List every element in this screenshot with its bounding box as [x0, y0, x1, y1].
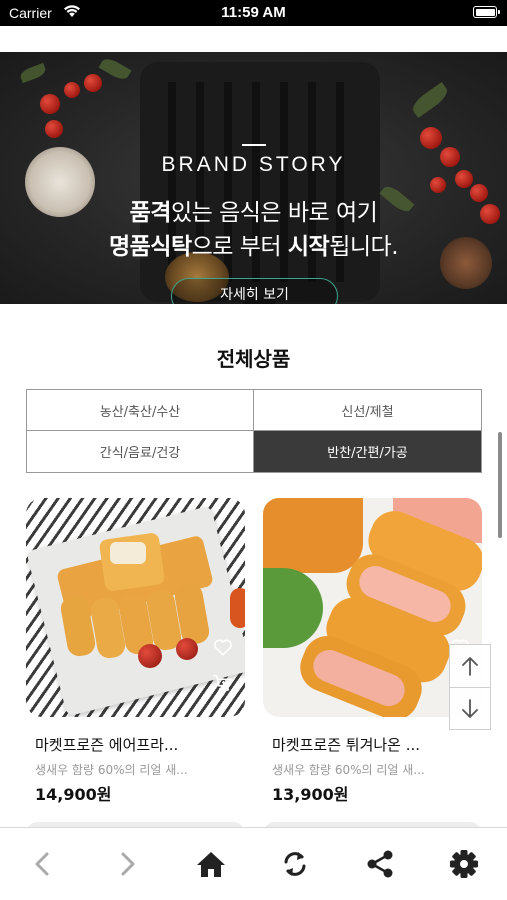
banner-tagline-2: 명품식탁으로 부터 시작됩니다.	[108, 234, 399, 260]
refresh-button[interactable]	[275, 844, 315, 884]
category-tab[interactable]: 농산/축산/수산	[27, 390, 254, 431]
share-icon	[367, 850, 393, 878]
product-description: 생새우 함량 60%의 리얼 새...	[35, 763, 188, 777]
status-bar: Carrier 11:59 AM	[0, 0, 507, 26]
category-tab-active[interactable]: 반찬/간편/가공	[254, 431, 481, 472]
heart-icon[interactable]	[212, 636, 234, 658]
category-tab[interactable]: 신선/제철	[254, 390, 481, 431]
bottom-toolbar	[0, 827, 507, 900]
product-name[interactable]: 마켓프로즌 튀겨나온 ...	[272, 734, 477, 755]
product-price: 14,900원	[35, 785, 112, 804]
category-tabs: 농산/축산/수산 신선/제철 간식/음료/건강 반찬/간편/가공	[26, 389, 482, 473]
title-dash	[242, 144, 266, 146]
back-icon	[35, 852, 49, 876]
product-price: 13,900원	[272, 785, 349, 804]
scroll-top-button[interactable]	[450, 645, 490, 687]
scroll-buttons	[449, 644, 491, 730]
forward-icon	[121, 852, 135, 876]
settings-button[interactable]	[444, 844, 484, 884]
product-card[interactable]: 마켓프로즌 에어프라... 생새우 함량 60%의 리얼 새... 14,900…	[26, 498, 245, 804]
arrow-up-icon	[462, 657, 478, 676]
category-tab[interactable]: 간식/음료/건강	[27, 431, 254, 472]
battery-icon	[473, 6, 500, 18]
arrow-down-icon	[462, 698, 478, 718]
brand-story-title: BRAND STORY	[161, 153, 346, 176]
settings-icon	[450, 850, 478, 878]
product-description: 생새우 함량 60%의 리얼 새...	[272, 763, 425, 777]
refresh-icon	[284, 852, 306, 876]
back-button[interactable]	[23, 844, 63, 884]
home-icon	[197, 852, 225, 877]
home-button[interactable]	[191, 844, 231, 884]
scroll-bottom-button[interactable]	[450, 687, 490, 729]
forward-button[interactable]	[107, 844, 147, 884]
share-button[interactable]	[360, 844, 400, 884]
product-image[interactable]	[26, 498, 245, 717]
banner-tagline-1: 품격있는 음식은 바로 여기	[129, 200, 378, 226]
product-name[interactable]: 마켓프로즌 에어프라...	[35, 734, 240, 755]
scrollbar[interactable]	[498, 432, 502, 538]
view-details-button[interactable]: 자세히 보기	[171, 278, 338, 304]
cart-icon[interactable]	[212, 672, 234, 694]
section-title: 전체상품	[216, 347, 291, 371]
brand-story-banner: BRAND STORY 품격있는 음식은 바로 여기 명품식탁으로 부터 시작됩…	[0, 52, 507, 304]
clock: 11:59 AM	[221, 4, 286, 21]
